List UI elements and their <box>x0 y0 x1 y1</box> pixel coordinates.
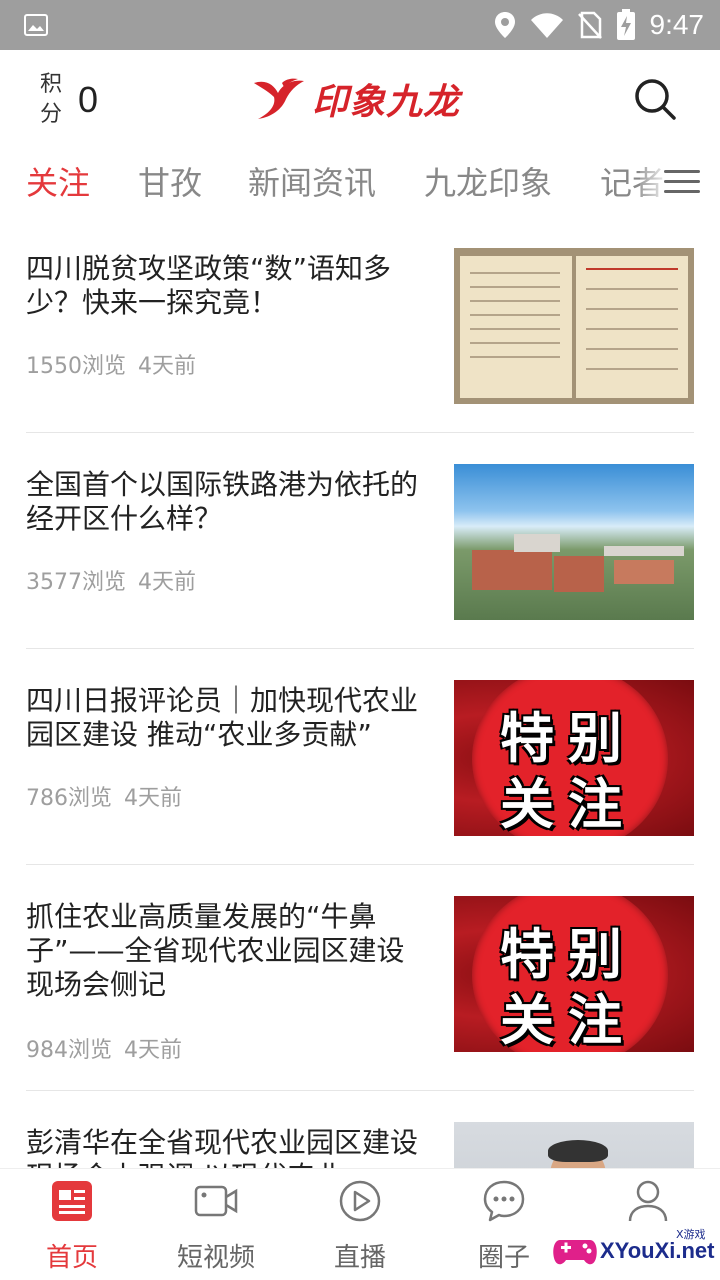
no-sim-icon <box>577 11 602 39</box>
article-thumbnail[interactable] <box>454 464 694 620</box>
location-icon <box>494 12 515 38</box>
divider <box>26 648 694 649</box>
special-text-line2: 关注 <box>500 772 636 836</box>
publish-time: 4天前 <box>124 786 182 811</box>
article-title[interactable]: 全国首个以国际铁路港为依托的经开区什么样？ <box>26 468 426 536</box>
battery-charging-icon <box>616 9 635 40</box>
points-value: 0 <box>78 79 99 120</box>
divider <box>26 864 694 865</box>
user-icon <box>628 1180 668 1222</box>
image-icon <box>24 14 48 36</box>
view-count: 984浏览 <box>26 1038 112 1063</box>
app-header: 积分 0 印象九龙 <box>0 50 720 150</box>
list-item[interactable]: 全国首个以国际铁路港为依托的经开区什么样？ 3577浏览 4天前 <box>26 464 694 624</box>
article-meta: 1550浏览 4天前 <box>26 348 196 380</box>
status-bar: 9:47 <box>0 0 720 50</box>
list-item[interactable]: 四川脱贫攻坚政策“数”语知多少？快来一探究竟！ 1550浏览 4天前 <box>26 248 694 408</box>
article-thumbnail[interactable]: 特别 关注 <box>454 896 694 1052</box>
play-circle-icon <box>339 1180 381 1222</box>
article-title[interactable]: 抓住农业高质量发展的“牛鼻子”——全省现代农业园区建设现场会侧记 <box>26 900 426 1002</box>
site-watermark: X游戏 XYouXi.net <box>552 1224 716 1274</box>
gamepad-icon <box>553 1240 597 1265</box>
article-meta: 786浏览 4天前 <box>26 780 182 812</box>
tab-jiulong-impression[interactable]: 九龙印象 <box>424 158 552 204</box>
divider <box>26 432 694 433</box>
news-icon <box>52 1181 92 1221</box>
view-count: 786浏览 <box>26 786 112 811</box>
article-title[interactable]: 四川日报评论员｜加快现代农业园区建设 推动“农业多贡献” <box>26 684 426 752</box>
article-thumbnail[interactable] <box>454 1122 694 1168</box>
news-feed[interactable]: 四川脱贫攻坚政策“数”语知多少？快来一探究竟！ 1550浏览 4天前 全国首个以国… <box>0 212 720 1168</box>
app-logo: 印象九龙 <box>252 74 460 124</box>
view-count: 3577浏览 <box>26 570 126 595</box>
list-item[interactable]: 四川日报评论员｜加快现代农业园区建设 推动“农业多贡献” 786浏览 4天前 特别… <box>26 680 694 840</box>
search-icon[interactable] <box>632 76 678 122</box>
list-item[interactable]: 彭清华在全省现代农业园区建设现场会上强调 以现代农业 <box>26 1122 694 1168</box>
app-name: 印象九龙 <box>312 82 461 123</box>
points-label: 积分 <box>39 72 62 127</box>
list-item[interactable]: 抓住农业高质量发展的“牛鼻子”——全省现代农业园区建设现场会侧记 984浏览 4天… <box>26 896 694 1092</box>
chat-bubble-icon <box>483 1180 525 1222</box>
wifi-icon <box>530 13 563 38</box>
tab-news[interactable]: 新闻资讯 <box>248 158 376 204</box>
points-display[interactable]: 积分 0 <box>38 70 98 130</box>
view-count: 1550浏览 <box>26 354 126 379</box>
article-title[interactable]: 四川脱贫攻坚政策“数”语知多少？快来一探究竟！ <box>26 252 426 320</box>
divider <box>26 1090 694 1091</box>
dragon-logo-icon <box>254 78 304 119</box>
tab-ganzi[interactable]: 甘孜 <box>138 158 202 204</box>
nav-home-label: 首页 <box>45 1243 98 1273</box>
watermark-text: XYouXi.net <box>600 1238 715 1263</box>
article-title[interactable]: 彭清华在全省现代农业园区建设现场会上强调 以现代农业 <box>26 1126 426 1168</box>
article-meta: 3577浏览 4天前 <box>26 564 196 596</box>
status-time: 9:47 <box>649 9 705 40</box>
nav-live[interactable]: 直播 <box>288 1169 432 1280</box>
publish-time: 4天前 <box>124 1038 182 1063</box>
nav-home[interactable]: 首页 <box>0 1169 144 1280</box>
channel-menu-icon[interactable] <box>664 170 700 196</box>
article-meta: 984浏览 4天前 <box>26 1032 182 1064</box>
nav-short-video-label: 短视频 <box>176 1243 255 1273</box>
nav-live-label: 直播 <box>333 1243 386 1273</box>
channel-tabs: 关注 甘孜 新闻资讯 九龙印象 记者 <box>0 150 720 212</box>
special-text-line2: 关注 <box>500 988 636 1052</box>
nav-short-video[interactable]: 短视频 <box>144 1169 288 1280</box>
article-thumbnail[interactable]: 特别 关注 <box>454 680 694 836</box>
video-camera-icon <box>194 1185 238 1217</box>
tab-guanzhu[interactable]: 关注 <box>26 158 90 204</box>
article-thumbnail[interactable] <box>454 248 694 404</box>
publish-time: 4天前 <box>138 354 196 379</box>
publish-time: 4天前 <box>138 570 196 595</box>
book-page-right <box>576 256 688 398</box>
book-page-left <box>460 256 572 398</box>
